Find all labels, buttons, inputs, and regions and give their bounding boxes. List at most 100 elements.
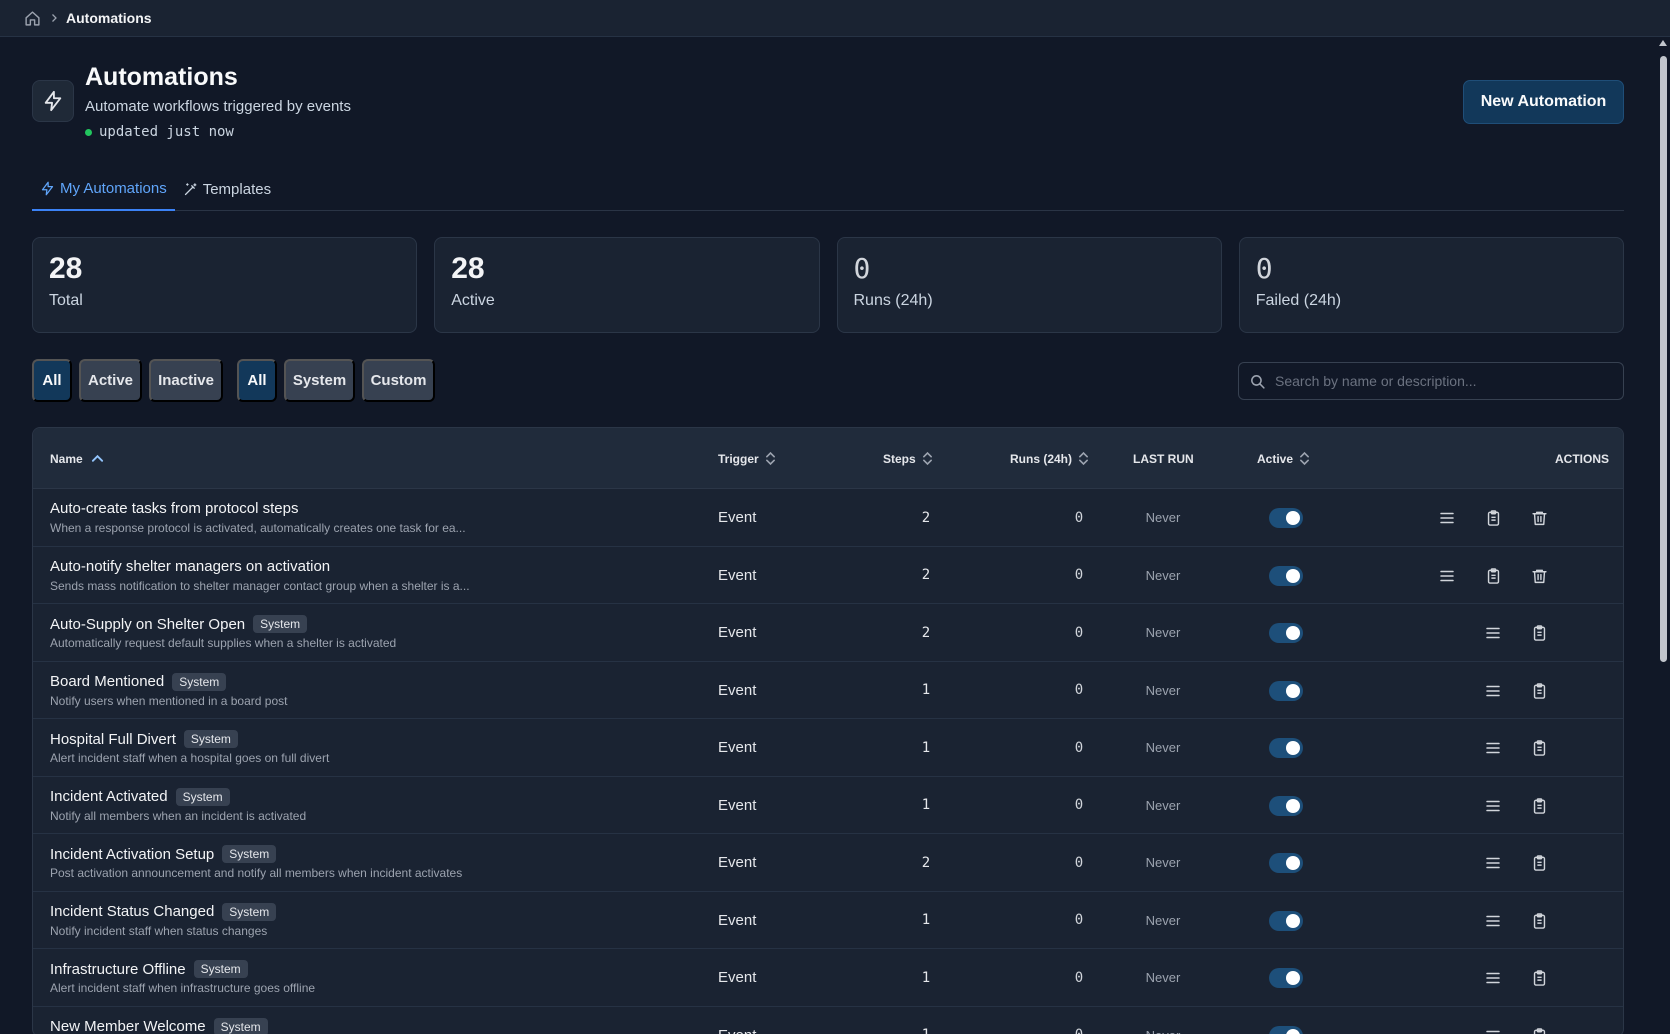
column-label: ACTIONS (1555, 451, 1609, 466)
column-header-last-run: LAST RUN (1133, 428, 1194, 489)
list-icon[interactable] (1436, 565, 1458, 587)
list-icon[interactable] (1482, 622, 1504, 644)
column-label: Runs (24h) (1010, 451, 1073, 466)
table-row[interactable]: Hospital Full Divert System Alert incident… (33, 719, 1623, 777)
list-icon[interactable] (1482, 737, 1504, 759)
last-run-cell: Never (1145, 625, 1181, 640)
automation-name-wrap: Incident Activated System (50, 787, 230, 806)
table-row[interactable]: Board Mentioned System Notify users when m… (33, 662, 1623, 719)
stat-value: 28 (49, 252, 83, 285)
filter-status-all[interactable]: All (32, 359, 72, 402)
list-icon[interactable] (1436, 507, 1458, 529)
active-toggle[interactable] (1269, 795, 1303, 816)
system-badge: System (213, 1017, 268, 1034)
list-icon[interactable] (1482, 852, 1504, 874)
active-toggle[interactable] (1269, 968, 1303, 988)
steps-cell: 2 (921, 624, 931, 641)
steps-cell: 1 (916, 1007, 936, 1034)
filter-status-inactive[interactable]: Inactive (149, 359, 223, 402)
automation-name[interactable]: Board Mentioned (50, 673, 164, 690)
table-row[interactable]: Auto-Supply on Shelter Open System Automat… (33, 604, 1623, 662)
automation-description: Automatically request default supplies w… (50, 636, 397, 650)
list-icon[interactable] (1482, 680, 1504, 702)
column-header-name[interactable]: Name (50, 428, 105, 489)
clipboard-icon[interactable] (1528, 737, 1550, 759)
trigger-cell: Event (718, 624, 757, 641)
clipboard-icon[interactable] (1528, 967, 1550, 989)
filter-status-active[interactable]: Active (79, 359, 142, 402)
automation-description: Notify incident staff when status change… (50, 923, 268, 938)
column-header-steps[interactable]: Steps (883, 428, 934, 489)
automation-name[interactable]: Incident Activation Setup (50, 846, 214, 863)
toggle-knob (1286, 856, 1300, 870)
automation-name[interactable]: Incident Status Changed (50, 903, 214, 920)
clipboard-icon[interactable] (1528, 852, 1550, 874)
list-icon[interactable] (1482, 910, 1504, 932)
filter-type-all[interactable]: All (237, 359, 277, 402)
lightning-icon (40, 181, 55, 196)
list-icon[interactable] (1482, 967, 1504, 989)
automation-description: Sends mass notification to shelter manag… (50, 578, 470, 593)
automation-name[interactable]: Auto-create tasks from protocol steps (50, 500, 298, 517)
active-toggle[interactable] (1269, 853, 1303, 873)
last-run-cell: Never (1145, 567, 1181, 583)
table-row[interactable]: Auto-notify shelter managers on activati… (33, 547, 1623, 604)
home-icon[interactable] (24, 9, 42, 27)
automation-name[interactable]: Infrastructure Offline (50, 961, 186, 978)
table-row[interactable]: Incident Activation Setup System Post acti… (33, 834, 1623, 892)
active-toggle[interactable] (1269, 623, 1303, 643)
new-automation-button[interactable]: New Automation (1463, 80, 1624, 124)
tab-my-automations[interactable]: My Automations (32, 167, 175, 211)
table-row[interactable]: Infrastructure Offline System Alert incide… (33, 949, 1623, 1007)
clipboard-icon[interactable] (1528, 1025, 1550, 1034)
column-label: Steps (883, 451, 916, 466)
list-icon[interactable] (1482, 1025, 1504, 1034)
active-toggle[interactable] (1269, 1025, 1303, 1034)
column-header-trigger[interactable]: Trigger (718, 428, 777, 489)
clipboard-icon[interactable] (1482, 507, 1504, 529)
filter-type-system[interactable]: System (284, 359, 355, 402)
scroll-up-arrow-icon[interactable] (1659, 40, 1667, 46)
last-run-cell: Never (1145, 912, 1181, 928)
clipboard-icon[interactable] (1482, 565, 1504, 587)
clipboard-icon[interactable] (1528, 795, 1550, 817)
column-header-actions: ACTIONS (1555, 428, 1609, 489)
trash-icon[interactable] (1528, 565, 1550, 587)
active-toggle[interactable] (1269, 508, 1303, 528)
table-row[interactable]: Incident Status Changed System Notify inci… (33, 892, 1623, 949)
runs-cell: 0 (1074, 509, 1084, 526)
table-row[interactable]: New Member Welcome System Event 1 0 Never (33, 1007, 1623, 1034)
clipboard-icon[interactable] (1528, 622, 1550, 644)
runs-cell: 0 (1074, 854, 1084, 871)
search-input[interactable] (1275, 373, 1605, 389)
active-toggle[interactable] (1269, 565, 1303, 586)
active-toggle[interactable] (1269, 738, 1303, 758)
last-run-cell: Never (1133, 1007, 1193, 1034)
scrollbar[interactable] (1658, 40, 1668, 1034)
automation-name[interactable]: Incident Activated (50, 788, 168, 805)
column-header-active[interactable]: Active (1257, 428, 1311, 489)
scrollbar-thumb[interactable] (1660, 56, 1667, 662)
automation-name[interactable]: Hospital Full Divert (50, 731, 176, 748)
automation-name-wrap: Auto-Supply on Shelter Open System (50, 615, 308, 633)
trash-icon[interactable] (1528, 507, 1550, 529)
toggle-knob (1286, 798, 1300, 813)
list-icon[interactable] (1482, 795, 1504, 817)
filter-type-custom[interactable]: Custom (362, 359, 435, 402)
column-header-runs[interactable]: Runs (24h) (1010, 428, 1090, 489)
active-toggle[interactable] (1269, 910, 1303, 931)
automation-name[interactable]: New Member Welcome (50, 1018, 206, 1034)
clipboard-icon[interactable] (1528, 680, 1550, 702)
automation-name[interactable]: Auto-Supply on Shelter Open (50, 616, 245, 633)
last-run-cell: Never (1145, 740, 1181, 755)
automation-name[interactable]: Auto-notify shelter managers on activati… (50, 558, 330, 575)
steps-cell: 2 (921, 567, 931, 583)
table-row[interactable]: Incident Activated System Notify all membe… (33, 777, 1623, 834)
active-toggle[interactable] (1269, 680, 1303, 701)
clipboard-icon[interactable] (1528, 910, 1550, 932)
automation-name-wrap: Hospital Full Divert System (50, 730, 238, 748)
tab-templates[interactable]: Templates (175, 167, 279, 211)
steps-cell: 2 (921, 854, 931, 871)
steps-cell: 1 (921, 969, 931, 986)
table-row[interactable]: Auto-create tasks from protocol steps Whe… (33, 489, 1623, 547)
